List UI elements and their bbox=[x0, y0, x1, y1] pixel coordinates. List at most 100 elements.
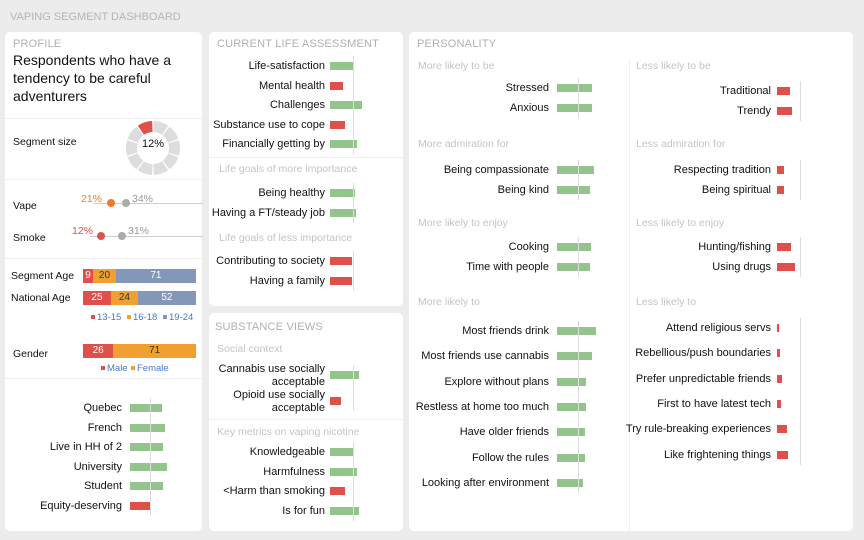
legend-label: 16-18 bbox=[133, 312, 158, 323]
key-metrics-label: Key metrics on vaping nicotine bbox=[217, 426, 360, 438]
reference-line bbox=[578, 321, 579, 493]
row-bar bbox=[330, 257, 352, 265]
row-bar bbox=[330, 487, 345, 495]
legend-swatch bbox=[127, 315, 131, 319]
stack-segment: 9 bbox=[83, 269, 94, 283]
row-label: Substance use to cope bbox=[213, 118, 325, 131]
smoke-label: Smoke bbox=[13, 232, 46, 244]
segment-size-value: 12% bbox=[141, 138, 165, 150]
row-label: <Harm than smoking bbox=[223, 485, 325, 497]
row-bar bbox=[330, 189, 355, 197]
national-age-label: National Age bbox=[11, 292, 71, 304]
row-bar bbox=[777, 166, 784, 174]
row-label: Anxious bbox=[509, 101, 549, 114]
row-label: Mental health bbox=[258, 79, 325, 92]
row-label: Having a family bbox=[249, 274, 325, 287]
row-bar bbox=[130, 501, 150, 510]
row-bar bbox=[557, 453, 585, 462]
life-heading: CURRENT LIFE ASSESSMENT bbox=[217, 38, 380, 50]
personality-section-title: Less admiration for bbox=[636, 138, 726, 150]
row-label: Opioid use socially acceptable bbox=[233, 389, 325, 414]
row-bar bbox=[557, 327, 596, 335]
row-bar bbox=[557, 103, 592, 112]
row-label: Trendy bbox=[737, 104, 771, 117]
row-label: Hunting/fishing bbox=[698, 241, 771, 253]
personality-section-title: More admiration for bbox=[418, 138, 510, 150]
gender-label: Gender bbox=[13, 348, 49, 360]
row-label: Rebellious/push boundaries bbox=[635, 347, 771, 360]
row-label: Financially getting by bbox=[222, 138, 325, 150]
social-context-label: Social context bbox=[217, 343, 283, 355]
row-label: Like frightening things bbox=[663, 448, 771, 461]
reference-line bbox=[578, 237, 579, 277]
segment-name: Respondents who have a tendency to be ca… bbox=[13, 52, 171, 104]
vape-segment-value: 21% bbox=[81, 193, 103, 205]
vape-national-dot bbox=[122, 199, 130, 207]
vape-label: Vape bbox=[13, 200, 37, 212]
row-bar bbox=[330, 371, 359, 379]
row-label: Respecting tradition bbox=[673, 164, 771, 176]
row-bar bbox=[777, 87, 790, 95]
stack-segment: 71 bbox=[115, 269, 196, 283]
row-label: Stressed bbox=[505, 82, 549, 94]
row-bar bbox=[330, 448, 353, 456]
row-label: Is for fun bbox=[282, 504, 325, 517]
smoke-national-dot bbox=[118, 232, 126, 240]
legend-swatch bbox=[131, 366, 135, 370]
row-label: Cooking bbox=[508, 241, 549, 253]
stack-segment: 25 bbox=[83, 291, 111, 305]
reference-line bbox=[800, 81, 801, 121]
row-bar bbox=[777, 324, 779, 332]
row-label: Prefer unpredictable friends bbox=[635, 372, 771, 385]
row-bar bbox=[777, 450, 788, 459]
row-label: Most friends use cannabis bbox=[421, 350, 549, 363]
row-bar bbox=[777, 262, 795, 271]
row-label: Follow the rules bbox=[471, 451, 549, 464]
row-label: Student bbox=[84, 480, 122, 492]
row-bar bbox=[777, 399, 781, 408]
substance-heading: SUBSTANCE VIEWS bbox=[215, 321, 323, 333]
donut-segment bbox=[168, 140, 180, 156]
row-label: Quebec bbox=[83, 402, 122, 414]
dashboard-title: VAPING SEGMENT DASHBOARD bbox=[10, 11, 181, 23]
row-label: Using drugs bbox=[712, 260, 771, 273]
row-label: Cannabis use socially acceptable bbox=[218, 363, 325, 388]
legend-swatch bbox=[163, 315, 167, 319]
row-label: French bbox=[87, 421, 122, 434]
row-bar bbox=[557, 185, 590, 194]
row-bar bbox=[330, 81, 343, 90]
personality-section-title: Less likely to be bbox=[636, 60, 711, 72]
row-label: Time with people bbox=[466, 260, 549, 273]
row-label: Try rule-breaking experiences bbox=[625, 423, 771, 436]
reference-line bbox=[353, 251, 354, 291]
row-bar bbox=[330, 62, 354, 70]
segment-size-label: Segment size bbox=[13, 136, 77, 148]
row-label: Life-satisfaction bbox=[248, 60, 325, 72]
personality-section-title: Less likely to enjoy bbox=[636, 217, 725, 229]
life-assessment-panel: CURRENT LIFE ASSESSMENT Life goals of mo… bbox=[209, 32, 403, 306]
row-bar bbox=[130, 404, 162, 412]
row-label: University bbox=[73, 460, 122, 473]
row-label: Being kind bbox=[497, 183, 549, 196]
row-bar bbox=[330, 101, 362, 109]
row-bar bbox=[330, 397, 341, 405]
segment-age-label: Segment Age bbox=[11, 270, 75, 282]
personality-panel: PERSONALITY More likely to be Stressed Anx… bbox=[409, 32, 853, 531]
row-label: Looking after environment bbox=[421, 476, 549, 489]
stack-segment: 71 bbox=[113, 344, 196, 358]
row-bar bbox=[557, 377, 586, 386]
reference-line bbox=[800, 160, 801, 200]
row-bar bbox=[557, 243, 591, 251]
personality-section-title: More likely to be bbox=[418, 60, 495, 72]
personality-heading: PERSONALITY bbox=[417, 38, 497, 50]
reference-line bbox=[578, 160, 579, 200]
row-label: Explore without plans bbox=[444, 375, 549, 388]
row-label: Restless at home too much bbox=[415, 400, 549, 413]
row-label: First to have latest tech bbox=[657, 397, 771, 410]
reference-line bbox=[353, 365, 354, 411]
row-bar bbox=[557, 402, 586, 411]
smoke-segment-dot bbox=[97, 232, 105, 240]
row-bar bbox=[557, 166, 594, 174]
row-bar bbox=[777, 185, 784, 194]
stack-segment: 26 bbox=[83, 344, 114, 358]
